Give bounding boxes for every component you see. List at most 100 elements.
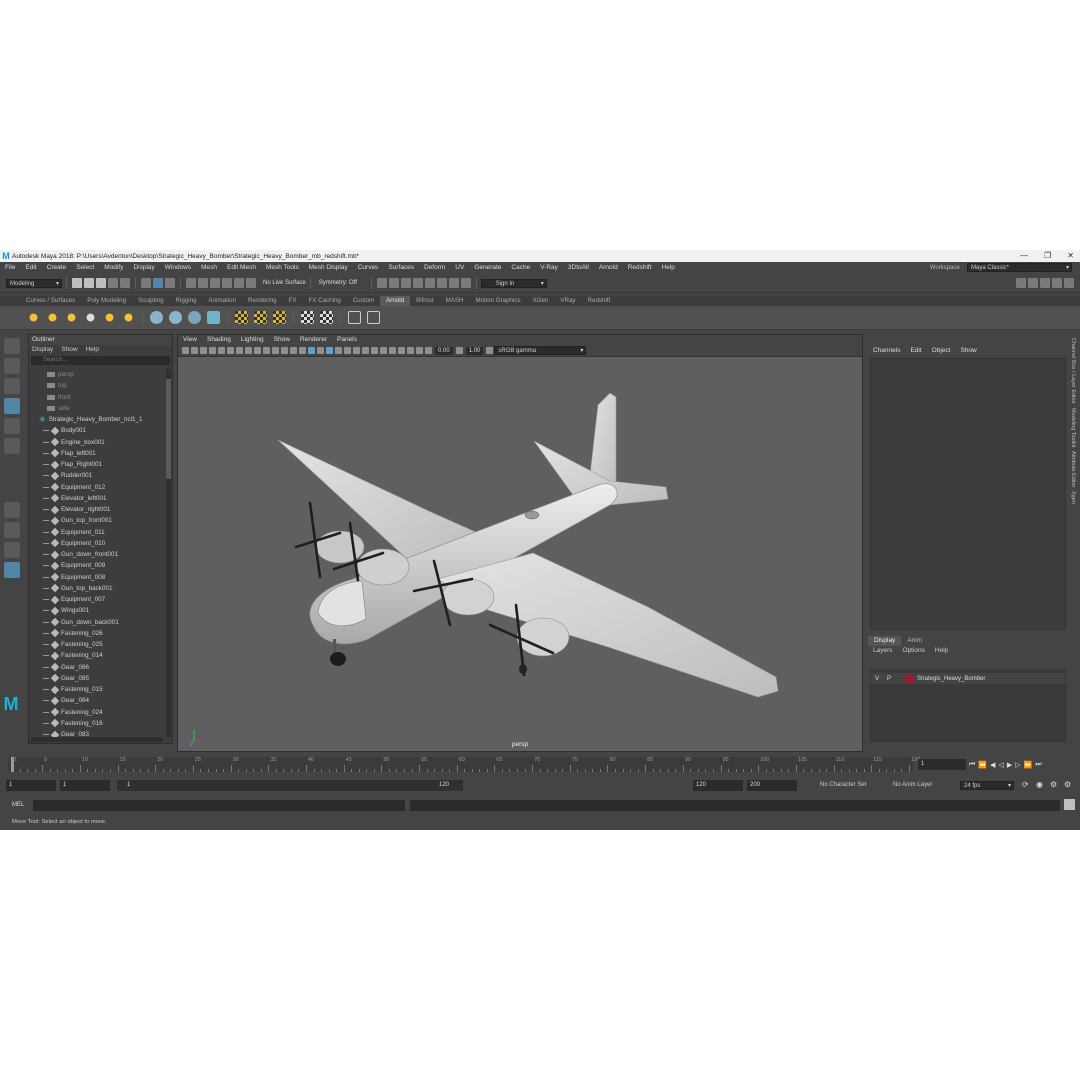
- channel-menu-object[interactable]: Object: [927, 346, 956, 356]
- menu-edit-mesh[interactable]: Edit Mesh: [222, 262, 261, 273]
- menu-display[interactable]: Display: [128, 262, 159, 273]
- cube-icon[interactable]: [207, 311, 220, 324]
- scale-tool-icon[interactable]: [4, 438, 20, 454]
- menu-cache[interactable]: Cache: [506, 262, 535, 273]
- shelf-tab[interactable]: Redshift: [582, 296, 617, 306]
- outliner-group-item[interactable]: ✳ Strategic_Heavy_Bomber_ncl1_1: [29, 414, 165, 425]
- shader-ball-icon[interactable]: [188, 311, 201, 324]
- standin-icon[interactable]: [150, 311, 163, 324]
- gate-mask-icon[interactable]: [263, 347, 270, 354]
- shadows-icon[interactable]: [353, 347, 360, 354]
- undo-icon[interactable]: [108, 278, 118, 288]
- two-view-layout-icon[interactable]: [4, 542, 20, 558]
- image-plane-icon[interactable]: [209, 347, 216, 354]
- render-frame-icon[interactable]: [376, 278, 387, 288]
- menu-mesh-tools[interactable]: Mesh Tools: [261, 262, 304, 273]
- safe-title-icon[interactable]: [290, 347, 297, 354]
- step-back-frame-icon[interactable]: ◀: [990, 761, 995, 769]
- viewport-canvas[interactable]: persp: [178, 357, 862, 751]
- outliner-layout-icon[interactable]: [4, 562, 20, 578]
- shelf-tab-arnold[interactable]: Arnold: [380, 296, 411, 306]
- maximize-button[interactable]: ❐: [1044, 250, 1051, 262]
- bookmark-icon[interactable]: [200, 347, 207, 354]
- viewport-menu-lighting[interactable]: Lighting: [236, 335, 269, 345]
- menu-deform[interactable]: Deform: [419, 262, 450, 273]
- shelf-tab[interactable]: XGen: [527, 296, 555, 306]
- menu-mesh-display[interactable]: Mesh Display: [304, 262, 353, 273]
- xray-joints-icon[interactable]: [416, 347, 423, 354]
- channel-menu-show[interactable]: Show: [955, 346, 981, 356]
- menu-vray[interactable]: V-Ray: [535, 262, 563, 273]
- shelf-tab[interactable]: FX Caching: [303, 296, 347, 306]
- menu-modify[interactable]: Modify: [99, 262, 128, 273]
- shelf-tab[interactable]: Rendering: [242, 296, 283, 306]
- step-forward-key-icon[interactable]: ⏩: [1024, 761, 1033, 769]
- mesh-light-icon[interactable]: [65, 311, 78, 324]
- new-scene-icon[interactable]: [72, 278, 82, 288]
- outliner-mesh-item[interactable]: Gun_top_front001: [29, 515, 165, 526]
- outliner-camera-item[interactable]: top: [29, 380, 165, 391]
- snap-surface-icon[interactable]: [234, 278, 244, 288]
- attribute-editor-icon[interactable]: [1028, 278, 1038, 288]
- light-editor-icon[interactable]: [436, 278, 447, 288]
- paint-select-tool-icon[interactable]: [4, 378, 20, 394]
- layer-tab-display[interactable]: Display: [868, 636, 902, 646]
- outliner-mesh-item[interactable]: Flap_Right001: [29, 459, 165, 470]
- xray-icon[interactable]: [407, 347, 414, 354]
- viewport-panel[interactable]: View Shading Lighting Show Renderer Pane…: [177, 334, 863, 752]
- shelf-tab[interactable]: Curves / Surfaces: [20, 296, 81, 306]
- menu-mesh[interactable]: Mesh: [196, 262, 222, 273]
- render-view-icon[interactable]: [348, 311, 361, 324]
- outliner-scrollbar[interactable]: [166, 369, 171, 737]
- outliner-mesh-item[interactable]: Fastening_016: [29, 718, 165, 729]
- menu-windows[interactable]: Windows: [160, 262, 196, 273]
- menu-redshift[interactable]: Redshift: [623, 262, 657, 273]
- workspace-dropdown[interactable]: Maya Classic*: [967, 263, 1072, 272]
- outliner-mesh-item[interactable]: Fastening_026: [29, 628, 165, 639]
- layer-color-swatch[interactable]: [905, 674, 914, 683]
- snap-point-icon[interactable]: [210, 278, 220, 288]
- viewport-menu-renderer[interactable]: Renderer: [295, 335, 332, 345]
- outliner-mesh-item[interactable]: Elevator_right001: [29, 504, 165, 515]
- grid-icon[interactable]: [236, 347, 243, 354]
- shelf-tab[interactable]: VRay: [554, 296, 581, 306]
- viewport-menu-show[interactable]: Show: [269, 335, 295, 345]
- menu-edit[interactable]: Edit: [20, 262, 41, 273]
- smooth-shade-icon[interactable]: [308, 347, 315, 354]
- start-frame-field[interactable]: 1: [6, 780, 56, 791]
- light-portal-icon[interactable]: [122, 311, 135, 324]
- area-light-icon[interactable]: [46, 311, 59, 324]
- wireframe-on-shaded-icon[interactable]: [326, 347, 333, 354]
- photometric-light-icon[interactable]: [84, 311, 97, 324]
- panel-layout-icon[interactable]: [1064, 278, 1074, 288]
- render-setup-icon[interactable]: [448, 278, 459, 288]
- side-tab-channel-box[interactable]: Channel Box / Layer Editor: [1070, 338, 1076, 404]
- character-set-dropdown[interactable]: No Character Set: [820, 780, 866, 791]
- textured-icon[interactable]: [335, 347, 342, 354]
- playback-start-field[interactable]: 1: [60, 780, 110, 791]
- shelf-tab[interactable]: Sculpting: [132, 296, 169, 306]
- redo-icon[interactable]: [120, 278, 130, 288]
- save-scene-icon[interactable]: [96, 278, 106, 288]
- checker-icon[interactable]: [273, 311, 286, 324]
- outliner-mesh-item[interactable]: Body001: [29, 425, 165, 436]
- ipr-render-icon[interactable]: [388, 278, 399, 288]
- outliner-camera-item[interactable]: side: [29, 403, 165, 414]
- render-settings-icon[interactable]: [400, 278, 411, 288]
- shelf-tab[interactable]: Animation: [203, 296, 243, 306]
- time-slider-bar[interactable]: 1 5 10 15 20 25 30 35 40 45 50 55 60 65 70 75 80 85 90 95 10…: [8, 757, 920, 772]
- outliner-menu-display[interactable]: Display: [32, 345, 53, 355]
- outliner-mesh-item[interactable]: Engine_box001: [29, 437, 165, 448]
- camera-select-icon[interactable]: [182, 347, 189, 354]
- physical-sky-icon[interactable]: [103, 311, 116, 324]
- volume-icon[interactable]: [169, 311, 182, 324]
- current-frame-field[interactable]: 1: [918, 759, 966, 770]
- menu-file[interactable]: File: [0, 262, 20, 273]
- play-forward-icon[interactable]: ▶: [1007, 761, 1012, 769]
- fps-dropdown[interactable]: 24 fps: [960, 781, 1014, 790]
- resolution-gate-icon[interactable]: [254, 347, 261, 354]
- ipr-play-icon[interactable]: [367, 311, 380, 324]
- texture-icon[interactable]: [320, 311, 333, 324]
- outliner-mesh-item[interactable]: Equipment_010: [29, 538, 165, 549]
- outliner-mesh-item[interactable]: Rudder001: [29, 470, 165, 481]
